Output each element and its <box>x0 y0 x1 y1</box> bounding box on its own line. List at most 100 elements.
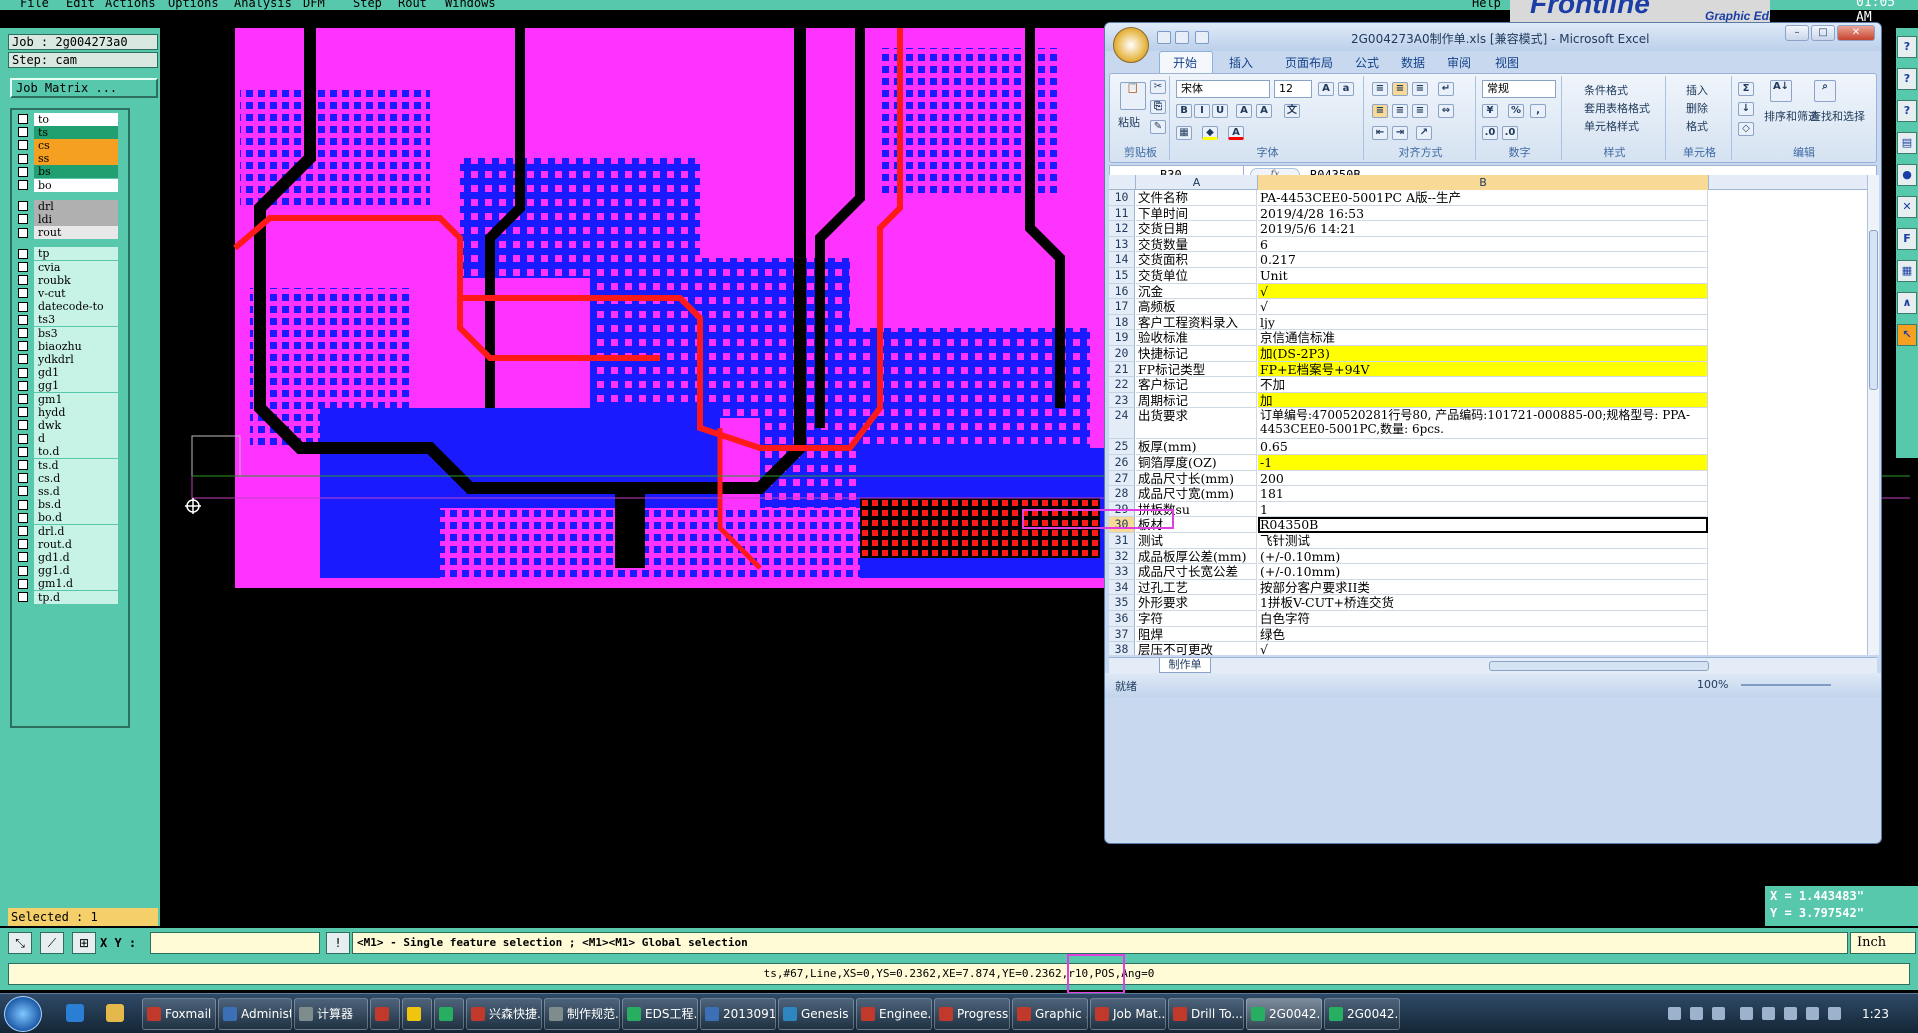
layer-name[interactable]: ts <box>34 125 118 139</box>
tool-frontline-icon[interactable]: F <box>1897 228 1917 250</box>
font-grow-icon[interactable]: A <box>1236 104 1252 118</box>
layer-checkbox[interactable] <box>18 328 28 338</box>
tool-snap-icon[interactable]: ✕ <box>1897 196 1917 218</box>
layer-row[interactable]: gm1 <box>14 392 132 406</box>
layer-name[interactable]: roubk <box>34 273 118 287</box>
layer-checkbox[interactable] <box>18 499 28 510</box>
layer-row[interactable]: roubk <box>14 273 132 287</box>
layer-checkbox[interactable] <box>18 114 28 124</box>
layer-row[interactable]: ldi <box>14 212 132 226</box>
cell-a[interactable]: FP标记类型 <box>1136 361 1257 378</box>
layer-row[interactable]: ss.d <box>14 484 132 498</box>
wrap-text-icon[interactable]: ↵ <box>1438 82 1454 96</box>
tab-formulas[interactable]: 公式 <box>1355 54 1379 71</box>
taskbar-clock[interactable]: 1:23 <box>1862 1007 1889 1021</box>
row-number[interactable]: 25 <box>1109 439 1135 455</box>
cell-b[interactable]: √ <box>1258 283 1708 300</box>
menu-rout[interactable]: Rout <box>398 0 427 10</box>
cell-b[interactable]: 订单编号:4700520281行号80, 产品编码:101721-000885-… <box>1258 408 1708 440</box>
maximize-button[interactable]: □ <box>1811 25 1835 41</box>
row-number[interactable]: 28 <box>1109 486 1135 502</box>
row-number[interactable]: 23 <box>1109 392 1135 409</box>
column-b-header[interactable]: B <box>1258 175 1709 190</box>
layer-row[interactable]: gm1.d <box>14 577 132 591</box>
taskbar-item[interactable]: 计算器 <box>294 998 368 1030</box>
tool-help-icon-2[interactable]: ? <box>1897 100 1917 122</box>
cell-b[interactable]: (+/-0.10mm) <box>1258 564 1708 580</box>
underline-icon[interactable]: U <box>1212 104 1228 118</box>
menu-file[interactable]: File <box>20 0 49 10</box>
layer-name[interactable]: biaozhu <box>34 339 118 353</box>
layer-name[interactable]: ts3 <box>34 313 118 327</box>
layer-name[interactable]: cs <box>34 138 118 152</box>
tool-question-icon[interactable]: ? <box>1897 36 1917 58</box>
cell-b[interactable]: 2019/5/6 14:21 <box>1258 221 1708 237</box>
align-center-icon[interactable]: ≡ <box>1392 104 1408 118</box>
layer-checkbox[interactable] <box>18 201 28 212</box>
percent-icon[interactable]: % <box>1508 104 1524 118</box>
layer-row[interactable]: drl.d <box>14 524 132 538</box>
menu-edit[interactable]: Edit <box>66 0 95 10</box>
find-select-button[interactable]: 查找和选择 <box>1810 108 1865 124</box>
layer-checkbox[interactable] <box>18 314 28 325</box>
cell-a[interactable]: 文件名称 <box>1136 190 1257 206</box>
layer-checkbox[interactable] <box>18 565 28 576</box>
cell-b[interactable]: 不加 <box>1258 377 1708 393</box>
layer-checkbox[interactable] <box>18 380 28 391</box>
taskbar-item[interactable]: 兴森快捷... <box>466 998 542 1030</box>
decrease-indent-icon[interactable]: ⇤ <box>1372 126 1388 140</box>
cell-b[interactable]: -1 <box>1258 455 1708 471</box>
cell-a[interactable]: 成品尺寸宽(mm) <box>1136 486 1257 502</box>
tray-flag-icon[interactable] <box>1784 1007 1797 1020</box>
row-number[interactable]: 26 <box>1109 455 1135 471</box>
layer-row[interactable]: dwk <box>14 418 132 432</box>
layer-name[interactable]: tp.d <box>34 590 118 604</box>
layer-checkbox[interactable] <box>18 578 28 589</box>
taskbar-item[interactable] <box>402 998 432 1030</box>
zoom-level[interactable]: 100% <box>1697 678 1728 691</box>
layer-row[interactable]: bs3 <box>14 326 132 340</box>
layer-name[interactable]: dwk <box>34 418 118 432</box>
cell-a[interactable]: 客户标记 <box>1136 377 1257 393</box>
row-number[interactable]: 11 <box>1109 205 1135 222</box>
layer-checkbox[interactable] <box>18 227 28 238</box>
zoom-slider[interactable] <box>1741 684 1831 686</box>
tray-keyboard-icon[interactable] <box>1668 1007 1681 1020</box>
alert-icon[interactable]: ! <box>326 932 350 954</box>
row-number[interactable]: 21 <box>1109 361 1135 378</box>
row-number[interactable]: 34 <box>1109 579 1135 596</box>
layer-checkbox[interactable] <box>18 433 28 444</box>
menu-analysis[interactable]: Analysis <box>234 0 292 10</box>
horizontal-scrollbar[interactable] <box>1489 661 1709 671</box>
row-number[interactable]: 20 <box>1109 346 1135 362</box>
cell-b[interactable]: 1 <box>1258 501 1708 518</box>
draw-mode-icon[interactable]: ⟋ <box>40 932 64 954</box>
cell-b[interactable]: 1拼板V-CUT+桥连交货 <box>1258 595 1708 611</box>
start-button-icon[interactable] <box>4 996 42 1032</box>
layer-name[interactable]: to <box>34 112 118 126</box>
explorer-icon[interactable] <box>106 1004 124 1022</box>
number-format-select[interactable]: 常规 <box>1482 80 1556 98</box>
delete-cells-button[interactable]: 删除 <box>1686 100 1708 116</box>
align-left-icon[interactable]: ≡ <box>1372 104 1388 118</box>
format-painter-icon[interactable]: ✎ <box>1150 120 1166 134</box>
cell-a[interactable]: 验收标准 <box>1136 330 1257 346</box>
cell-b[interactable]: 京信通信标准 <box>1258 330 1708 346</box>
cell-a[interactable]: 成品尺寸长宽公差 <box>1136 564 1257 580</box>
taskbar-item[interactable] <box>434 998 464 1030</box>
row-number[interactable]: 24 <box>1109 408 1135 440</box>
cell-a[interactable]: 层压不可更改 <box>1136 642 1257 655</box>
taskbar-item[interactable] <box>370 998 400 1030</box>
row-number[interactable]: 36 <box>1109 611 1135 627</box>
cell-b[interactable]: 按部分客户要求II类 <box>1258 579 1708 596</box>
layer-checkbox[interactable] <box>18 592 28 602</box>
column-a-header[interactable]: A <box>1136 175 1258 190</box>
layer-name[interactable]: rout <box>34 226 118 240</box>
row-number[interactable]: 14 <box>1109 252 1135 268</box>
row-number[interactable]: 13 <box>1109 236 1135 253</box>
increase-indent-icon[interactable]: ⇥ <box>1392 126 1408 140</box>
layer-checkbox[interactable] <box>18 288 28 299</box>
row-number[interactable]: 38 <box>1109 642 1135 655</box>
layer-checkbox[interactable] <box>18 446 28 457</box>
save-icon[interactable] <box>1157 31 1171 44</box>
